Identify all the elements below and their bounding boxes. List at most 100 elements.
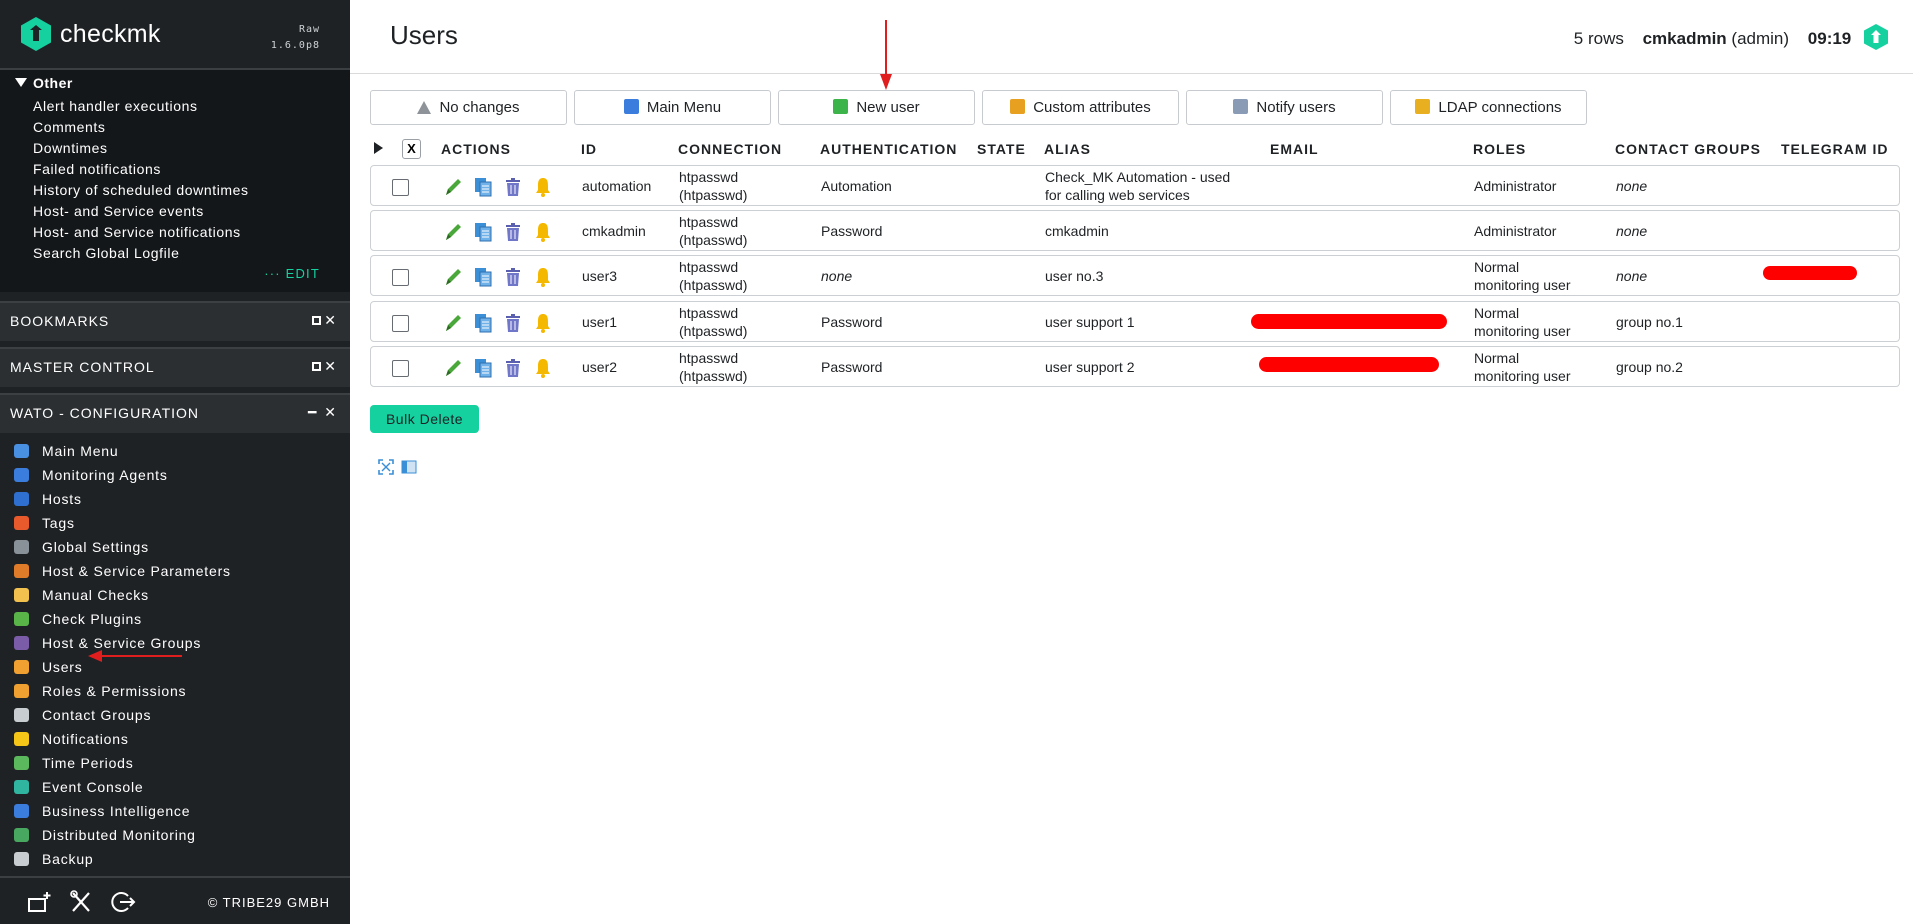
wato-item-label: Notifications — [42, 731, 129, 747]
wato-item-check-plugins[interactable]: Check Plugins — [14, 607, 231, 631]
ldap-connections-button[interactable]: LDAP connections — [1390, 90, 1587, 125]
wato-item-notifications[interactable]: Notifications — [14, 727, 231, 751]
minimize-icon[interactable] — [312, 362, 322, 371]
col-alias[interactable]: ALIAS — [1044, 141, 1091, 157]
edit-pencil-icon[interactable] — [443, 176, 463, 198]
notification-bell-icon[interactable] — [533, 221, 553, 243]
add-snapin-icon[interactable] — [26, 890, 52, 914]
collapse-triangle-icon — [15, 78, 27, 87]
trash-icon[interactable] — [503, 176, 523, 198]
col-telegram-id[interactable]: TELEGRAM ID — [1781, 141, 1888, 157]
expand-all-icon[interactable] — [374, 142, 383, 154]
col-state[interactable]: STATE — [977, 141, 1026, 157]
view-link[interactable]: History of scheduled downtimes — [33, 180, 249, 201]
view-link[interactable]: Comments — [33, 117, 249, 138]
cell-contact-groups-line: none — [1616, 268, 1648, 284]
wato-item-main-menu[interactable]: Main Menu — [14, 439, 231, 463]
edit-pencil-icon[interactable] — [443, 357, 463, 379]
trash-icon[interactable] — [503, 312, 523, 334]
main-menu-button[interactable]: Main Menu — [574, 90, 771, 125]
wato-item-business-intelligence[interactable]: Business Intelligence — [14, 799, 231, 823]
notification-bell-icon[interactable] — [533, 357, 553, 379]
notification-bell-icon[interactable] — [533, 312, 553, 334]
clone-icon[interactable] — [473, 221, 493, 243]
view-link[interactable]: Search Global Logfile — [33, 243, 249, 264]
wato-item-manual-checks[interactable]: Manual Checks — [14, 583, 231, 607]
bookmarks-snapin-header[interactable]: BOOKMARKS ✕ — [0, 301, 350, 341]
trash-icon[interactable] — [503, 357, 523, 379]
clone-icon[interactable] — [473, 266, 493, 288]
edit-pencil-icon[interactable] — [443, 266, 463, 288]
roles-icon — [14, 684, 29, 698]
wato-item-hosts[interactable]: Hosts — [14, 487, 231, 511]
fullscreen-icon[interactable] — [378, 459, 394, 475]
wato-item-label: Manual Checks — [42, 587, 149, 603]
wato-item-contact-groups[interactable]: Contact Groups — [14, 703, 231, 727]
clone-icon[interactable] — [473, 312, 493, 334]
col-email[interactable]: EMAIL — [1270, 141, 1319, 157]
wato-snapin-header[interactable]: WATO - CONFIGURATION ━ ✕ — [0, 393, 350, 433]
edit-views-link[interactable]: ··· EDIT — [264, 266, 320, 281]
row-count: 5 rows — [1573, 29, 1624, 48]
wato-item-time-periods[interactable]: Time Periods — [14, 751, 231, 775]
button-label: New user — [856, 99, 920, 116]
redaction-mark — [1259, 357, 1439, 372]
col-contact-groups[interactable]: CONTACT GROUPS — [1615, 141, 1761, 157]
trash-icon[interactable] — [503, 266, 523, 288]
row-checkbox[interactable] — [392, 315, 409, 332]
col-connection[interactable]: CONNECTION — [678, 141, 782, 157]
close-icon[interactable]: ✕ — [324, 312, 338, 328]
col-id[interactable]: ID — [581, 141, 597, 157]
row-checkbox[interactable] — [392, 179, 409, 196]
view-link[interactable]: Host- and Service notifications — [33, 222, 249, 243]
row-checkbox[interactable] — [392, 269, 409, 286]
master-control-snapin-header[interactable]: MASTER CONTROL ✕ — [0, 347, 350, 387]
view-link[interactable]: Alert handler executions — [33, 96, 249, 117]
notify-users-button[interactable]: Notify users — [1186, 90, 1383, 125]
wato-item-host-service-parameters[interactable]: Host & Service Parameters — [14, 559, 231, 583]
wato-item-roles-permissions[interactable]: Roles & Permissions — [14, 679, 231, 703]
wato-item-backup[interactable]: Backup — [14, 847, 231, 871]
notification-bell-icon[interactable] — [533, 176, 553, 198]
checkmk-logo-icon[interactable] — [21, 17, 51, 51]
sidebar-toggle-icon[interactable] — [401, 459, 417, 475]
edit-pencil-icon[interactable] — [443, 221, 463, 243]
wrench-icon[interactable] — [68, 890, 94, 914]
button-label: Notify users — [1256, 99, 1336, 116]
wato-item-monitoring-agents[interactable]: Monitoring Agents — [14, 463, 231, 487]
view-link[interactable]: Host- and Service events — [33, 201, 249, 222]
trash-icon[interactable] — [503, 221, 523, 243]
edit-pencil-icon[interactable] — [443, 312, 463, 334]
page-title: Users — [390, 20, 458, 50]
col-authentication[interactable]: AUTHENTICATION — [820, 141, 957, 157]
view-link[interactable]: Failed notifications — [33, 159, 249, 180]
minimize-dash-icon[interactable]: ━ — [308, 404, 318, 420]
view-link[interactable]: Downtimes — [33, 138, 249, 159]
row-checkbox[interactable] — [392, 360, 409, 377]
wato-item-global-settings[interactable]: Global Settings — [14, 535, 231, 559]
logout-icon[interactable] — [110, 890, 136, 914]
close-icon[interactable]: ✕ — [324, 404, 338, 420]
col-roles[interactable]: ROLES — [1473, 141, 1526, 157]
close-icon[interactable]: ✕ — [324, 358, 338, 374]
current-user[interactable]: cmkadmin — [1643, 29, 1727, 48]
wato-item-tags[interactable]: Tags — [14, 511, 231, 535]
wato-title: WATO - CONFIGURATION — [10, 405, 200, 421]
bulk-delete-button[interactable]: Bulk Delete — [370, 405, 479, 433]
minimize-icon[interactable] — [312, 316, 322, 325]
custom-attributes-button[interactable]: Custom attributes — [982, 90, 1179, 125]
wato-item-distributed-monitoring[interactable]: Distributed Monitoring — [14, 823, 231, 847]
notification-bell-icon[interactable] — [533, 266, 553, 288]
table-row: cmkadmin htpasswd (htpasswd) Password cmkadm… — [370, 210, 1900, 251]
speaker-icon — [1233, 99, 1249, 114]
clone-icon[interactable] — [473, 357, 493, 379]
cell-id: cmkadmin — [582, 222, 646, 240]
toggle-all-checkboxes-button[interactable]: X — [402, 139, 421, 159]
wato-item-event-console[interactable]: Event Console — [14, 775, 231, 799]
no-changes-button[interactable]: No changes — [370, 90, 567, 125]
new-user-button[interactable]: New user — [778, 90, 975, 125]
other-section-toggle[interactable]: Other — [15, 75, 73, 91]
clone-icon[interactable] — [473, 176, 493, 198]
current-role: (admin) — [1731, 29, 1790, 48]
checkmk-small-logo-icon[interactable] — [1864, 24, 1888, 50]
